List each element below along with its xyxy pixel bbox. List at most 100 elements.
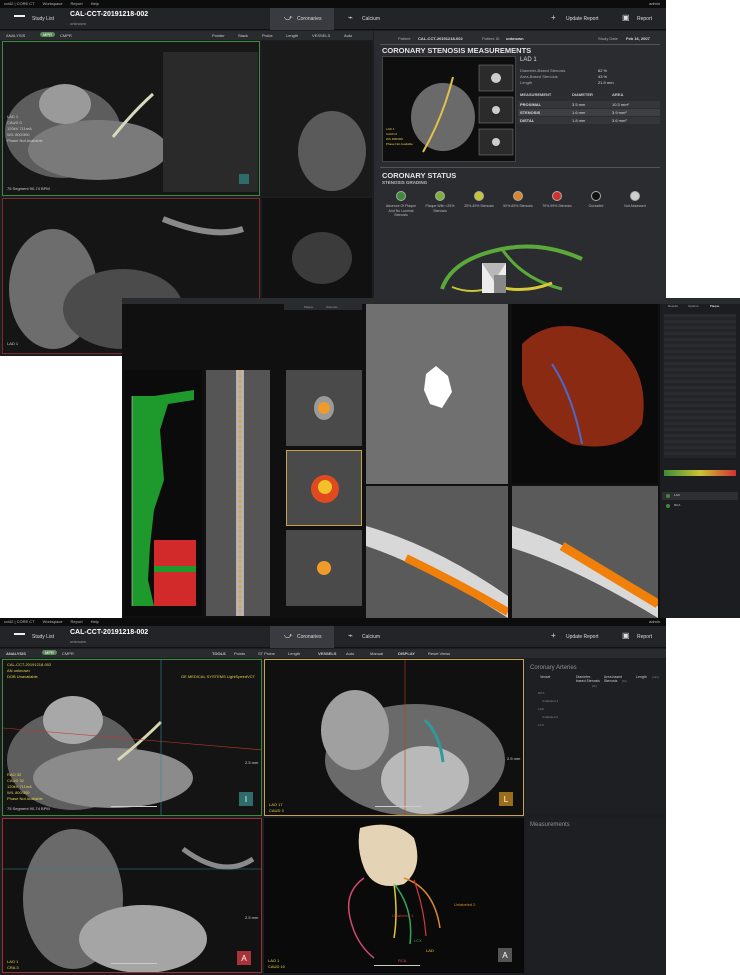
user-name[interactable]: admin — [649, 0, 660, 8]
coronary-arteries-title: Coronary Arteries — [530, 665, 577, 671]
toolbar-analysis[interactable]: ANALYSIS — [6, 33, 25, 38]
stat-label-2: Area-Based Stenosis — [520, 74, 558, 79]
coronary-3d-render — [347, 824, 441, 959]
bvp2-orientation-badge: L — [499, 792, 513, 806]
meas-row-2-name: STENOSIS — [520, 110, 541, 115]
vessel-list-rca[interactable]: RCA — [538, 691, 544, 696]
tab-stenosis[interactable]: Stenosis — [326, 305, 338, 309]
bottom-toolbar-mpr[interactable]: MPR — [42, 650, 57, 655]
curved-view-2[interactable] — [512, 486, 658, 618]
vessel-label-unlabeled-1: Unlabeled 1 — [392, 913, 414, 918]
grading-dot-1[interactable] — [396, 191, 406, 201]
bvp2-slider[interactable] — [375, 806, 421, 807]
toolbar-cmpr[interactable]: CMPR — [60, 33, 72, 38]
vessel-list-unlabeled-2[interactable]: Unlabeled 2 — [542, 715, 558, 720]
results-tab-results[interactable]: Results — [668, 304, 678, 309]
plaque-profile-chart — [131, 390, 196, 606]
bvp2-scale: 2.5 mm — [507, 756, 521, 761]
toolbar-mpr[interactable]: MPR — [40, 32, 55, 37]
bottom-study-list[interactable]: Study List — [32, 634, 54, 640]
cross-section-1[interactable] — [286, 370, 362, 446]
results-tab-plaque[interactable]: Plaque — [710, 304, 719, 309]
vessel-list-lad[interactable]: LAD — [538, 707, 544, 712]
tool-stack[interactable]: Stack — [238, 33, 248, 38]
bvp1-slider[interactable] — [111, 806, 157, 807]
top-viewport-1[interactable]: LAD 1 CAUD 0 120kV 711mA W/L 800/300 Pha… — [2, 41, 260, 196]
bvp1-bottom-4: W/L 800/300 — [7, 790, 30, 795]
grading-dot-2[interactable] — [435, 191, 445, 201]
tool-manual-b[interactable]: Manual — [370, 651, 383, 656]
tool-st-probe[interactable]: ST Probe — [258, 651, 275, 656]
thumbnail-image — [411, 64, 514, 156]
menu-report[interactable]: Report — [71, 0, 83, 8]
bottom-toolbar-cmpr[interactable]: CMPR — [62, 651, 74, 656]
grading-dot-6[interactable] — [591, 191, 601, 201]
bottom-toolbar: ANALYSIS MPR CMPR TOOLS Points ST Probe … — [0, 649, 666, 658]
vessel-name: LAD 1 — [520, 57, 537, 63]
menu-workspace[interactable]: Workspace — [43, 0, 63, 8]
col-unit-diameter: (%) — [592, 684, 597, 688]
tool-auto[interactable]: Auto — [344, 33, 352, 38]
vessel-list-lcx[interactable]: LCX — [538, 723, 544, 728]
reset-views-button[interactable]: Reset Views — [428, 651, 450, 656]
bottom-menu-workspace[interactable]: Workspace — [43, 618, 63, 626]
curved-image-2 — [512, 526, 658, 618]
top-viewport-2[interactable] — [262, 41, 372, 196]
grading-dot-5[interactable] — [552, 191, 562, 201]
tool-points[interactable]: Points — [234, 651, 245, 656]
bottom-viewport-4[interactable]: Unlabeled 2 Unlabeled 1 LCX LAD RCA LAO … — [264, 818, 524, 973]
bvp2-bottom-1: LAO 17 — [269, 802, 283, 807]
grading-dot-3[interactable] — [474, 191, 484, 201]
menu-app[interactable]: cvi42 | CORE CT — [4, 0, 35, 8]
bvp1-bottom-6: 75 Segment 90-74 BPM — [7, 806, 50, 811]
thumb-line-3: W/L 800/300 — [386, 137, 403, 141]
vp1-orientation-badge — [239, 174, 249, 184]
bvp3-slider[interactable] — [111, 963, 157, 964]
bottom-viewport-3[interactable]: 2.5 mm LAO 1 CRA 3 A — [2, 818, 262, 973]
grading-label-3: 25%-49% Stenosis — [464, 204, 494, 208]
bottom-menu-report[interactable]: Report — [71, 618, 83, 626]
stenosis-zoom-view[interactable] — [366, 304, 508, 484]
cross-section-tabs: Plaque Stenosis — [284, 304, 362, 310]
grading-title: STENOSIS GRADING — [382, 180, 428, 185]
bottom-menu-app[interactable]: cvi42 | CORE CT — [4, 618, 35, 626]
tool-length[interactable]: Length — [286, 33, 298, 38]
bvp4-slider[interactable] — [374, 965, 420, 966]
bottom-user-name[interactable]: admin — [649, 618, 660, 626]
bottom-report-button[interactable]: Report — [637, 634, 652, 640]
bottom-viewport-1[interactable]: CAL-CCT-20191218-002 AN unknown DOB Unav… — [2, 659, 262, 816]
vessel-list-unlabeled-1[interactable]: Unlabeled 1 — [542, 699, 558, 704]
volume-render-view[interactable] — [512, 304, 658, 484]
cross-section-3[interactable] — [286, 530, 362, 606]
bottom-tab-calcium[interactable]: Calcium — [362, 634, 380, 640]
cross-section-2[interactable] — [286, 450, 362, 526]
hamburger-icon[interactable] — [14, 15, 25, 17]
tab-calcium[interactable]: Calcium — [362, 16, 380, 22]
tool-pointer[interactable]: Pointer — [212, 33, 225, 38]
results-tab-options[interactable]: Options — [688, 304, 698, 309]
grading-dot-7[interactable] — [630, 191, 640, 201]
tool-length-b[interactable]: Length — [288, 651, 300, 656]
top-viewport-4[interactable] — [262, 198, 372, 298]
report-button[interactable]: Report — [637, 16, 652, 22]
bvp1-vendor: GE MEDICAL SYSTEMS LightSpeedVCT — [181, 674, 256, 679]
study-list-label[interactable]: Study List — [32, 16, 54, 22]
tab-plaque[interactable]: Plaque — [304, 305, 313, 309]
menu-help[interactable]: Help — [91, 0, 99, 8]
bottom-toolbar-analysis[interactable]: ANALYSIS — [6, 651, 26, 656]
grading-label-2: Plaque With <25% Stenosis — [425, 204, 455, 213]
bottom-update-report-button[interactable]: Update Report — [566, 634, 599, 640]
straightened-vessel — [206, 370, 270, 616]
grading-dot-4[interactable] — [513, 191, 523, 201]
tool-auto-b[interactable]: Auto — [346, 651, 354, 656]
update-report-button[interactable]: Update Report — [566, 16, 599, 22]
tool-probe[interactable]: Probe — [262, 33, 273, 38]
vp1-line-1: LAD 1 — [7, 114, 19, 119]
profile-panel — [124, 370, 202, 616]
bottom-hamburger-icon[interactable] — [14, 633, 25, 635]
stat-value-3: 21.9 mm — [598, 80, 614, 85]
tool-vessels[interactable]: VESSELS — [312, 33, 330, 38]
bottom-menu-help[interactable]: Help — [91, 618, 99, 626]
curved-view-1[interactable] — [366, 486, 508, 618]
bottom-viewport-2[interactable]: 2.5 mm LAO 17 CAUD 3 L — [264, 659, 524, 816]
